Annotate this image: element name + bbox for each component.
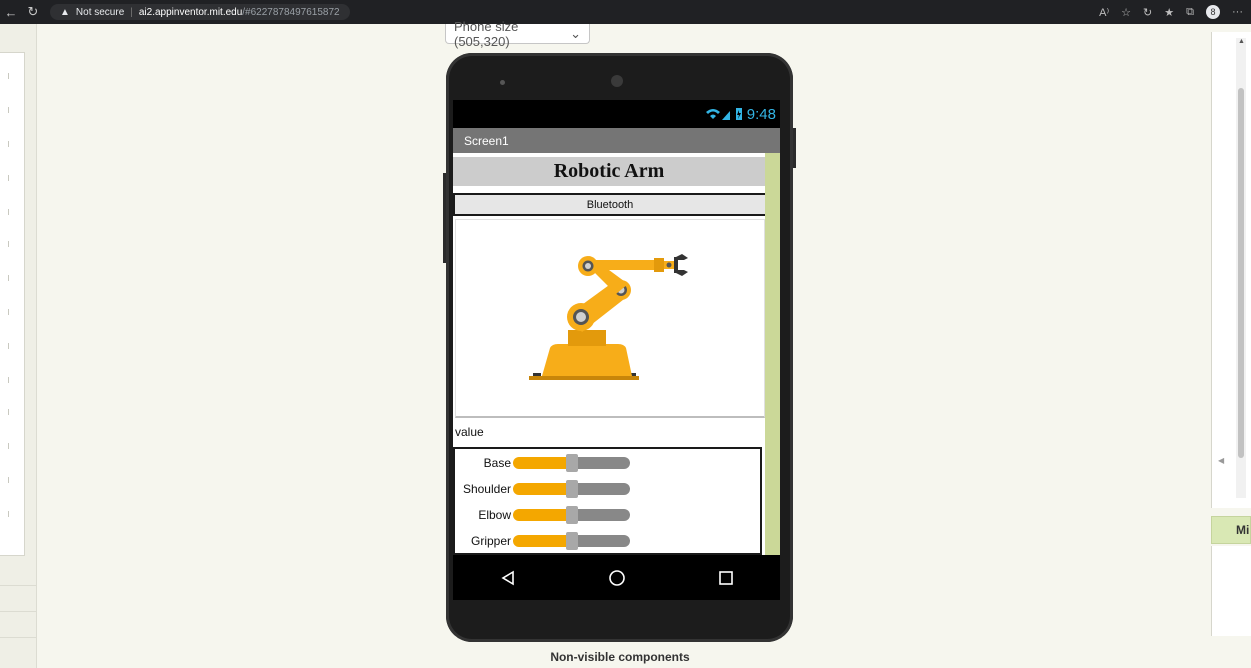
status-time: 9:48	[746, 105, 776, 123]
scrollbar-thumb[interactable]	[1238, 88, 1244, 458]
panel-tick	[8, 241, 9, 247]
collapse-left-icon[interactable]: ◀	[1218, 456, 1224, 465]
phone-power-button	[793, 128, 796, 168]
slider-track[interactable]	[572, 509, 630, 521]
security-label: Not secure	[75, 6, 125, 18]
back-button[interactable]: ←	[0, 0, 22, 24]
nonvisible-components-label: Non-visible components	[550, 650, 690, 664]
slider-fill[interactable]	[513, 457, 572, 469]
slider-row-base: Base	[455, 451, 764, 475]
profile-avatar[interactable]: 8	[1206, 5, 1220, 19]
slider-track[interactable]	[572, 483, 630, 495]
collections-icon[interactable]: ⧉	[1186, 6, 1194, 19]
slider-thumb[interactable]	[566, 480, 578, 498]
android-status-bar: 9:48	[453, 100, 780, 128]
more-menu-icon[interactable]: ···	[1232, 6, 1243, 18]
reload-icon: ↻	[27, 4, 39, 19]
slider-fill[interactable]	[513, 535, 572, 547]
recents-square-icon	[718, 570, 733, 585]
slider-thumb[interactable]	[566, 454, 578, 472]
heading-label: Robotic Arm	[453, 157, 765, 186]
address-separator: |	[130, 6, 133, 18]
reload-button[interactable]: ↻	[22, 0, 44, 24]
slider-arrangement: Base Shoulder Elbow Gripper	[453, 447, 762, 555]
slider-label: Elbow	[478, 508, 511, 522]
android-nav-bar	[453, 555, 780, 600]
panel-tick	[8, 511, 9, 517]
panel-tick	[8, 175, 9, 181]
app-screen: Robotic Arm Bluetooth value Base Shoulde…	[453, 153, 780, 555]
address-bar[interactable]: ▲ Not secure | ai2.appinventor.mit.edu/#…	[50, 4, 350, 20]
url-host: ai2.appinventor.mit.edu	[138, 6, 243, 18]
value-label: value	[455, 425, 484, 439]
properties-scrollbar[interactable]	[1236, 38, 1246, 498]
nav-recents-button[interactable]	[706, 558, 746, 598]
chevron-down-icon: ⌄	[570, 25, 581, 41]
front-camera	[611, 75, 623, 87]
bluetooth-button[interactable]: Bluetooth	[453, 193, 767, 216]
slider-row-gripper: Gripper	[455, 529, 764, 553]
slider-thumb[interactable]	[566, 532, 578, 550]
slider-row-shoulder: Shoulder	[455, 477, 764, 501]
browser-toolbar: ← ↻ ▲ Not secure | ai2.appinventor.mit.e…	[0, 0, 1251, 24]
scroll-up-icon[interactable]: ▲	[1238, 38, 1245, 45]
panel-tick	[8, 275, 9, 281]
back-arrow-icon: ←	[4, 4, 18, 20]
screen-title-bar: Screen1	[453, 128, 780, 153]
url-path: /#6227878497615872	[242, 6, 340, 18]
wifi-signal-icon	[705, 109, 730, 120]
panel-tick	[8, 343, 9, 349]
media-tab-label: Mi	[1236, 523, 1250, 537]
slider-track[interactable]	[572, 457, 630, 469]
slider-fill[interactable]	[513, 483, 572, 495]
panel-tick	[8, 477, 9, 483]
panel-tick	[8, 107, 9, 113]
slider-thumb[interactable]	[566, 506, 578, 524]
slider-label: Gripper	[470, 534, 511, 548]
slider-label: Base	[483, 456, 511, 470]
panel-tick	[8, 309, 9, 315]
favorite-add-icon[interactable]: ☆	[1121, 6, 1131, 19]
back-triangle-icon	[500, 570, 514, 585]
media-panel	[1211, 546, 1251, 636]
phone-side-button	[443, 173, 446, 263]
panel-tick	[8, 141, 9, 147]
proximity-sensor	[500, 80, 505, 85]
browser-actions: A⁾ ☆ ↻ ★ ⧉ 8 ···	[1099, 0, 1243, 24]
battery-icon	[735, 108, 742, 120]
left-divider-lines	[0, 560, 36, 668]
slider-track[interactable]	[572, 535, 630, 547]
panel-tick	[8, 409, 9, 415]
screen-scrollbar[interactable]	[765, 153, 780, 555]
slider-label: Shoulder	[462, 482, 511, 496]
media-panel-tab[interactable]: Mi	[1211, 516, 1251, 544]
nav-home-button[interactable]	[597, 558, 637, 598]
panel-tick	[8, 209, 9, 215]
screen-title: Screen1	[464, 133, 509, 148]
slider-fill[interactable]	[513, 509, 572, 521]
slider-row-elbow: Elbow	[455, 503, 764, 527]
panel-tick	[8, 377, 9, 383]
robotic-arm-illustration	[529, 254, 688, 380]
phone-size-value: Phone size (505,320)	[454, 18, 519, 49]
favorites-icon[interactable]: ★	[1164, 6, 1174, 19]
robotic-arm-image	[455, 219, 765, 418]
phone-size-select[interactable]: Phone size (505,320) ⌄	[445, 19, 590, 49]
nav-back-button[interactable]	[488, 558, 528, 598]
refresh-icon[interactable]: ↻	[1143, 6, 1152, 19]
warning-icon: ▲	[60, 6, 70, 18]
panel-tick	[8, 73, 9, 79]
read-aloud-icon[interactable]: A⁾	[1099, 6, 1109, 19]
palette-panel	[0, 52, 25, 556]
panel-tick	[8, 443, 9, 449]
home-circle-icon	[608, 569, 625, 586]
